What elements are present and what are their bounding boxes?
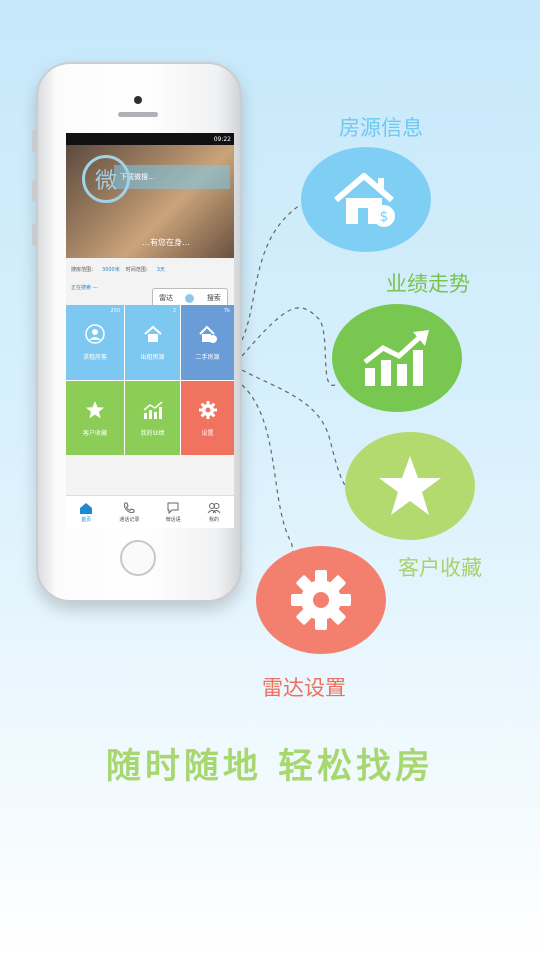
status-time: 09:22: [213, 135, 231, 143]
radar-toggle-icon[interactable]: [185, 293, 195, 303]
feature-label-performance: 业绩走势: [386, 272, 470, 296]
search-button[interactable]: 搜索: [207, 293, 221, 303]
svg-text:$: $: [380, 209, 389, 225]
feature-grid: 250 求租房客 2 出租房源 7k 二手房源 客户收藏 我的业绩 设置: [66, 305, 234, 455]
trend-chart-icon: [143, 400, 162, 419]
front-camera: [134, 96, 142, 104]
tile-performance[interactable]: 我的业绩: [124, 380, 180, 455]
tab-mine[interactable]: 我的: [207, 502, 221, 523]
phone-icon: [124, 502, 135, 513]
status-bar: 09:22: [66, 133, 234, 145]
gear-icon: [198, 400, 217, 419]
tab-label: 通话记录: [119, 516, 140, 523]
star-icon: [379, 456, 441, 515]
volume-down-button: [32, 224, 37, 246]
tab-label: 我的: [208, 516, 219, 523]
tile-label: 出租房源: [140, 354, 165, 361]
tile-label: 设置: [201, 429, 214, 437]
tile-rental-listings[interactable]: 2 出租房源: [124, 305, 180, 380]
tile-label: 求租房客: [82, 354, 107, 361]
tile-count: 2: [172, 308, 176, 314]
banner-image[interactable]: 下载微搜… 微 …有您在身…: [66, 145, 234, 258]
chat-icon: [167, 502, 179, 514]
tile-count: 250: [110, 308, 120, 314]
feature-bubble-listings[interactable]: $: [301, 147, 431, 252]
house-icon: [143, 325, 162, 342]
trend-chart-icon: [363, 330, 429, 386]
feature-bubble-settings[interactable]: [256, 546, 386, 654]
feature-bubble-favorites[interactable]: [345, 432, 475, 540]
feature-bubble-performance[interactable]: [332, 304, 462, 412]
star-icon: [86, 400, 104, 418]
mute-switch: [32, 130, 37, 152]
bottom-tab-bar: 首页 通话记录 微话语 我的: [66, 495, 234, 528]
banner-caption: …有您在身…: [142, 238, 190, 247]
radar-button[interactable]: 雷达: [159, 293, 173, 303]
time-label: 时间范围：: [125, 266, 151, 273]
earpiece-speaker: [118, 112, 158, 117]
gear-icon: [291, 570, 351, 630]
tile-label: 我的业绩: [140, 429, 165, 437]
tile-second-hand-listings[interactable]: 7k 二手房源: [180, 305, 234, 380]
banner-strip: 下载微搜…: [114, 165, 230, 189]
people-icon: [207, 502, 221, 513]
feature-label-settings: 雷达设置: [262, 676, 346, 700]
house-dollar-icon: [198, 325, 217, 343]
tab-messages[interactable]: 微话语: [166, 502, 181, 523]
feature-label-listings: 房源信息: [339, 116, 423, 140]
banner-logo: 微: [82, 155, 130, 203]
tab-label: 微话语: [165, 516, 181, 523]
tab-label: 首页: [81, 516, 92, 523]
house-dollar-icon: $: [334, 172, 395, 227]
tile-favorites[interactable]: 客户收藏: [66, 380, 124, 455]
phone-screen: 09:22 下载微搜… 微 …有您在身… 搜房范围： 3000米 时间范围： 3…: [66, 133, 234, 528]
home-button[interactable]: [120, 540, 156, 576]
home-icon: [80, 502, 93, 514]
tile-label: 二手房源: [195, 354, 220, 361]
feature-label-favorites: 客户收藏: [398, 556, 482, 580]
tab-call-log[interactable]: 通话记录: [119, 502, 139, 523]
tile-settings[interactable]: 设置: [180, 380, 234, 455]
volume-up-button: [32, 180, 37, 202]
range-label: 搜房范围：: [71, 266, 97, 273]
time-value: 3天: [156, 266, 165, 273]
tile-count: 7k: [223, 308, 230, 314]
user-icon: [85, 324, 105, 344]
tile-label: 客户收藏: [82, 429, 107, 437]
slogan: 随时随地 轻松找房: [105, 747, 435, 787]
range-value: 3000米: [102, 266, 120, 273]
search-info-row: 搜房范围： 3000米 时间范围： 3天: [66, 258, 234, 280]
tile-rent-seekers[interactable]: 250 求租房客: [66, 305, 124, 380]
tab-home[interactable]: 首页: [79, 502, 93, 523]
